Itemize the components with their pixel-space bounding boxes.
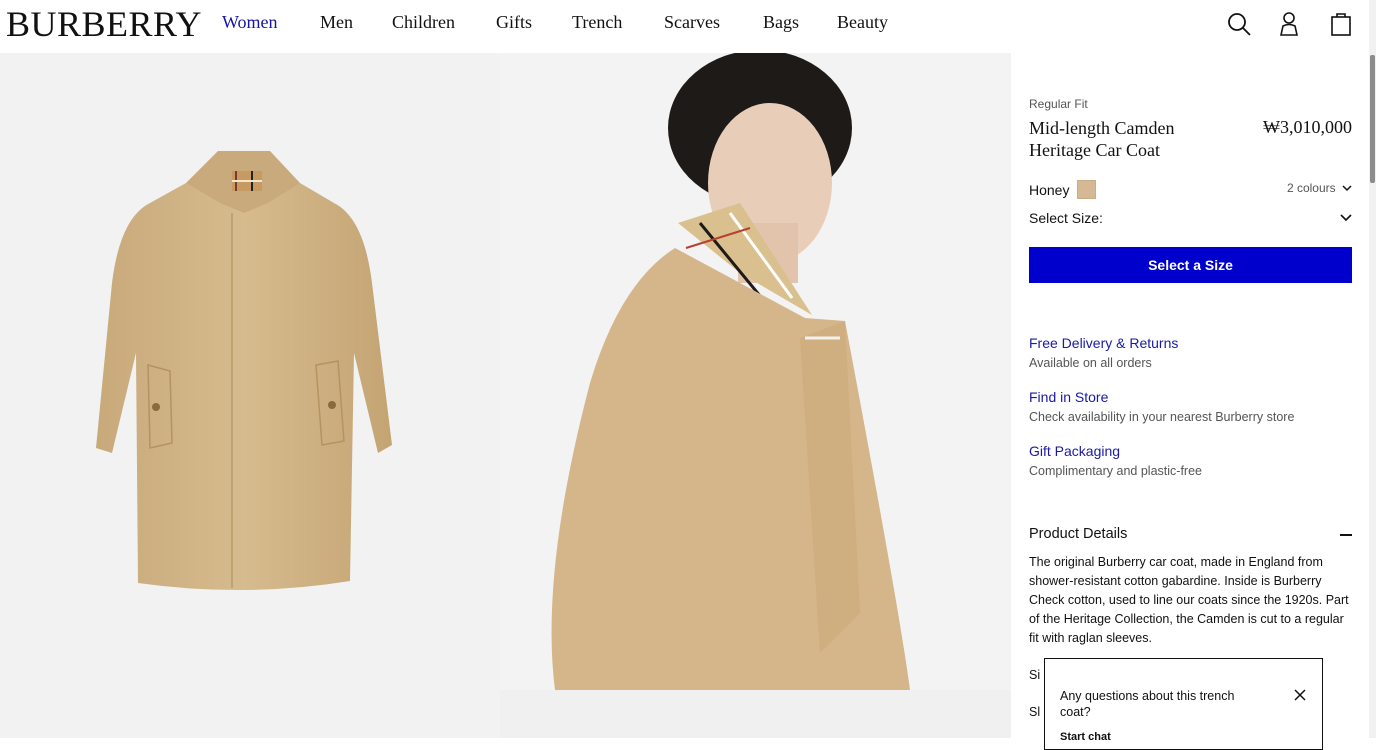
product-image-next[interactable] (500, 690, 1011, 738)
nav-women[interactable]: Women (222, 12, 278, 33)
gift-packaging-link[interactable]: Gift Packaging (1029, 443, 1120, 459)
model-illustration (551, 53, 910, 690)
product-price: ₩3,010,000 (1263, 117, 1352, 137)
size-selector-label[interactable]: Select Size: (1029, 210, 1103, 226)
chat-question: Any questions about this trench coat? (1060, 689, 1235, 719)
product-name: Mid-length Camden Heritage Car Coat (1029, 118, 1175, 160)
chevron-down-icon[interactable] (1340, 212, 1352, 224)
brand-logo[interactable]: BURBERRY (6, 4, 202, 44)
coat-illustration (96, 151, 392, 591)
nav-trench[interactable]: Trench (572, 12, 622, 33)
free-delivery-link[interactable]: Free Delivery & Returns (1029, 335, 1178, 351)
search-icon[interactable] (1226, 10, 1252, 38)
chat-popup: Any questions about this trench coat? St… (1044, 658, 1323, 750)
product-fit: Regular Fit (1029, 97, 1088, 111)
details-line-truncated: Sl (1029, 705, 1041, 719)
colour-swatch[interactable] (1077, 180, 1096, 199)
nav-beauty[interactable]: Beauty (837, 12, 888, 33)
colour-name: Honey (1029, 182, 1070, 198)
nav-bags[interactable]: Bags (763, 12, 799, 33)
nav-children[interactable]: Children (392, 12, 455, 33)
gift-packaging-sub: Complimentary and plastic-free (1029, 464, 1202, 478)
nav-gifts[interactable]: Gifts (496, 12, 532, 33)
product-details-heading[interactable]: Product Details (1029, 526, 1127, 542)
find-in-store-sub: Check availability in your nearest Burbe… (1029, 410, 1295, 424)
chevron-down-icon (1342, 185, 1352, 192)
find-in-store-link[interactable]: Find in Store (1029, 389, 1108, 405)
scrollbar-thumb[interactable] (1370, 55, 1375, 183)
account-icon[interactable] (1276, 10, 1302, 38)
collapse-icon[interactable] (1340, 534, 1352, 536)
site-header: BURBERRY Women Men Children Gifts Trench… (0, 0, 1376, 53)
nav-men[interactable]: Men (320, 12, 353, 33)
nav-scarves[interactable]: Scarves (664, 12, 720, 33)
free-delivery-sub: Available on all orders (1029, 356, 1152, 370)
bag-icon[interactable] (1328, 10, 1354, 38)
colours-count: 2 colours (1286, 181, 1336, 195)
colours-dropdown[interactable]: 2 colours (1287, 181, 1352, 195)
product-image-model[interactable] (500, 53, 1011, 690)
product-details-text: The original Burberry car coat, made in … (1029, 555, 1349, 645)
select-size-button[interactable]: Select a Size (1029, 247, 1352, 283)
start-chat-link[interactable]: Start chat (1060, 731, 1111, 743)
product-image-flat[interactable] (0, 53, 500, 738)
close-icon[interactable] (1294, 689, 1306, 701)
details-line-truncated: Si (1029, 668, 1041, 682)
